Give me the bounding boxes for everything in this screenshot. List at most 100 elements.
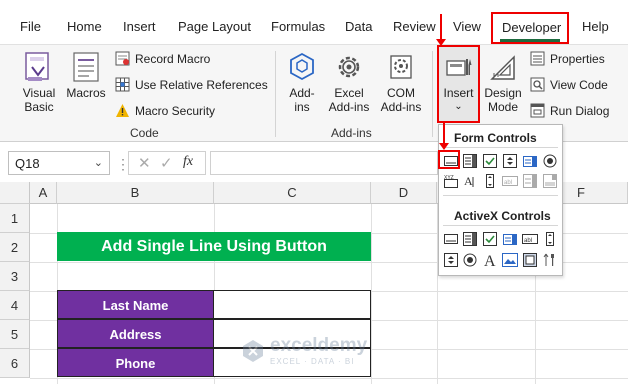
activex-list-box-control[interactable]	[502, 231, 518, 247]
name-box-value: Q18	[15, 156, 40, 171]
row-header-3[interactable]: 3	[0, 262, 30, 291]
addins-label-1: Add-	[289, 86, 315, 100]
exceldemy-logo-icon	[243, 339, 263, 362]
formula-input[interactable]	[210, 151, 438, 175]
activex-toggle-button-control[interactable]	[522, 252, 538, 268]
tab-review[interactable]: Review	[393, 19, 436, 34]
activex-text-box-control[interactable]: abl	[522, 231, 538, 247]
row-header-2[interactable]: 2	[0, 233, 30, 262]
view-code-button[interactable]: View Code	[530, 77, 608, 92]
label-cell-last-name[interactable]: Last Name	[57, 290, 214, 319]
select-all-corner[interactable]	[0, 182, 30, 204]
record-macro-button[interactable]: Record Macro	[115, 51, 210, 66]
com-addins-icon	[390, 55, 412, 79]
tab-view[interactable]: View	[453, 19, 481, 34]
group-label-addins: Add-ins	[331, 126, 372, 140]
relative-references-button[interactable]: Use Relative References	[115, 77, 268, 92]
com-addins-button[interactable]: COM Add-ins	[376, 51, 426, 114]
gear-icon	[338, 56, 360, 78]
row-header-1[interactable]: 1	[0, 204, 30, 233]
tab-home[interactable]: Home	[67, 19, 102, 34]
properties-button[interactable]: Properties	[530, 51, 605, 66]
column-header-c[interactable]: C	[214, 182, 371, 204]
insert-label: Insert	[443, 86, 474, 100]
name-box[interactable]: Q18 ⌄	[8, 151, 110, 175]
activex-label-control[interactable]: A	[482, 252, 498, 268]
form-group-box-control[interactable]: XYZ	[443, 173, 459, 189]
macro-security-label: Macro Security	[135, 103, 216, 118]
row-header-4[interactable]: 4	[0, 291, 30, 320]
title-cell[interactable]: Add Single Line Using Button	[57, 232, 371, 261]
visual-basic-button[interactable]: Visual Basic	[18, 51, 60, 114]
enter-icon[interactable]: ✓	[160, 154, 173, 172]
insert-button-content: Insert ⌄	[439, 53, 478, 114]
insert-controls-button[interactable]: Insert ⌄	[437, 45, 480, 123]
macro-security-button[interactable]: Macro Security	[115, 103, 215, 118]
form-combo-list-edit-control[interactable]	[522, 173, 538, 189]
activex-image-control[interactable]	[502, 252, 518, 268]
svg-text:XYZ: XYZ	[444, 175, 454, 181]
activex-command-button-control[interactable]	[443, 231, 459, 247]
svg-text:A: A	[464, 174, 473, 188]
checkbox-icon	[483, 232, 497, 246]
com-addins-label-2: Add-ins	[380, 100, 422, 114]
option-button-icon	[543, 154, 557, 168]
macros-button[interactable]: Macros	[63, 51, 109, 100]
tab-developer[interactable]: Developer	[502, 20, 561, 35]
label-icon: A	[464, 174, 474, 188]
toolbox-icon	[445, 59, 471, 76]
column-header-b[interactable]: B	[57, 182, 214, 204]
form-option-button-control[interactable]	[542, 153, 558, 169]
run-dialog-label: Run Dialog	[550, 103, 610, 118]
activex-option-button-control[interactable]	[462, 252, 478, 268]
insert-function-button[interactable]: fx	[183, 154, 193, 170]
cancel-icon[interactable]: ✕	[138, 154, 151, 172]
form-scroll-bar-control[interactable]	[482, 173, 498, 189]
form-combo-dropdown-edit-control[interactable]	[542, 173, 558, 189]
combo-box-icon	[463, 154, 477, 168]
column-header-d[interactable]: D	[371, 182, 437, 204]
form-text-field-control[interactable]: abl	[502, 173, 518, 189]
tab-developer-highlight[interactable]: Developer	[491, 12, 569, 44]
run-dialog-button[interactable]: Run Dialog	[530, 103, 609, 118]
activex-scroll-bar-control[interactable]	[542, 231, 558, 247]
insert-controls-dropdown: Form Controls XYZ A abl ActiveX Controls	[438, 124, 563, 276]
image-icon	[502, 253, 518, 267]
group-separator	[432, 51, 433, 137]
activex-spin-button-control[interactable]	[443, 252, 459, 268]
form-combo-box-control[interactable]	[462, 153, 478, 169]
form-label-control[interactable]: A	[462, 173, 478, 189]
row-header-5[interactable]: 5	[0, 320, 30, 349]
activex-checkbox-control[interactable]	[482, 231, 498, 247]
watermark: exceldemy EXCEL · DATA · BI	[240, 335, 367, 366]
label-cell-address[interactable]: Address	[57, 319, 214, 348]
tab-data[interactable]: Data	[345, 19, 372, 34]
tab-help[interactable]: Help	[582, 19, 609, 34]
tab-formulas[interactable]: Formulas	[271, 19, 325, 34]
form-spin-button-control[interactable]	[502, 153, 518, 169]
value-cell-last-name[interactable]	[213, 290, 371, 319]
label-cell-phone[interactable]: Phone	[57, 348, 214, 377]
addins-button[interactable]: Add- ins	[284, 51, 320, 114]
form-checkbox-control[interactable]	[482, 153, 498, 169]
excel-addins-button[interactable]: Excel Add-ins	[324, 51, 374, 114]
tab-insert[interactable]: Insert	[123, 19, 156, 34]
design-mode-button[interactable]: Design Mode	[483, 51, 523, 114]
tab-file[interactable]: File	[20, 19, 41, 34]
activex-combo-box-control[interactable]	[462, 231, 478, 247]
arrow-to-insert-icon	[436, 30, 446, 46]
spin-button-icon	[503, 154, 517, 168]
scroll-bar-icon	[546, 232, 554, 246]
row-header-6[interactable]: 6	[0, 349, 30, 378]
text-field-icon: abl	[502, 176, 518, 186]
form-controls-heading: Form Controls	[454, 131, 537, 145]
com-addins-label-1: COM	[387, 86, 415, 100]
macros-label: Macros	[66, 86, 106, 100]
form-list-box-control[interactable]	[522, 153, 538, 169]
tab-page-layout[interactable]: Page Layout	[178, 19, 251, 34]
more-controls-icon	[543, 253, 554, 266]
activex-more-controls-control[interactable]	[542, 252, 558, 268]
column-header-a[interactable]: A	[30, 182, 57, 204]
design-mode-label-1: Design	[484, 86, 522, 100]
design-mode-label-2: Mode	[487, 100, 519, 114]
